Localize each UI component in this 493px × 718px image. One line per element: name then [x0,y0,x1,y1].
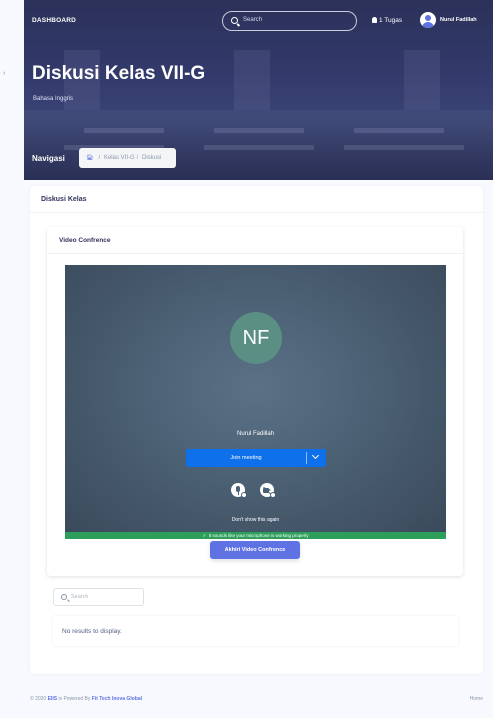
bell-icon [372,17,377,23]
background-desk [214,128,304,133]
discussion-card: Diskusi Kelas Video Confrence NF Nurul F… [30,186,483,674]
top-navbar: DASHBOARD Search 1 Tugas Nurul Fadillah [24,10,493,34]
navigation-label: Navigasi [32,154,65,163]
join-meeting-button[interactable]: Join meeting [186,449,326,467]
page-header: DASHBOARD Search 1 Tugas Nurul Fadillah … [24,0,493,180]
list-search-input[interactable]: Search [53,588,144,606]
list-search-placeholder: Search [71,594,89,600]
breadcrumb: 🏠︎ / Kelas VII-G / Diskusi [79,148,176,168]
breadcrumb-item-class[interactable]: Kelas VII-G [104,155,135,161]
search-icon [231,17,238,24]
background-window [234,50,270,110]
footer: © 2020 EIIS is Powered By Fit Tech Inova… [30,696,483,702]
background-desk [204,145,314,150]
page-title: Diskusi Kelas VII-G [32,63,206,84]
meeting-avatar: NF [230,312,282,364]
video-off-icon[interactable] [260,483,276,498]
join-meeting-label: Join meeting [230,455,262,461]
empty-results-message: No results to display. [53,616,458,646]
brand-link[interactable]: DASHBOARD [32,17,76,24]
breadcrumb-item-discussion: Diskusi [142,155,162,161]
video-conference-card: Video Confrence NF Nurul Fadillah Join m… [47,227,463,576]
background-desk [84,128,164,133]
background-window [404,50,440,110]
dont-show-again-checkbox[interactable]: Don't show this again [65,517,446,523]
user-avatar-icon [420,12,436,28]
video-card-title: Video Confrence [47,227,463,254]
background-desk [344,145,464,150]
footer-company-link[interactable]: Fit Tech Inova Global [92,696,142,702]
footer-powered-by: is Powered By [58,696,91,702]
meeting-user-name: Nurul Fadillah [236,431,275,437]
tasks-label: 1 Tugas [379,17,403,24]
microphone-status-bar: ✓ It sounds like your microphone is work… [65,532,446,539]
page-subtitle: Bahasa Inggris [33,96,74,102]
search-icon [61,594,67,600]
home-icon[interactable]: 🏠︎ [86,155,94,161]
search-placeholder: Search [243,17,263,23]
search-input[interactable]: Search [222,11,357,31]
background-desk [354,128,444,133]
microphone-icon[interactable] [231,483,247,498]
footer-brand-link[interactable]: EIIS [48,696,57,702]
tasks-notification[interactable]: 1 Tugas [372,17,402,24]
discussion-card-title: Diskusi Kelas [30,186,483,213]
footer-copyright: © 2020 [30,696,47,702]
user-name: Nurul Fadillah [440,17,477,23]
chevron-down-icon[interactable] [311,451,320,460]
microphone-status-text: It sounds like your microphone is workin… [208,533,309,538]
end-video-conference-button[interactable]: Akhiri Video Confrence [210,541,300,559]
sidebar-toggle-icon[interactable]: › [3,70,5,77]
footer-home-link[interactable]: Home [470,696,483,702]
meeting-preview: NF Nurul Fadillah Join meeting Don't sho… [65,265,446,539]
